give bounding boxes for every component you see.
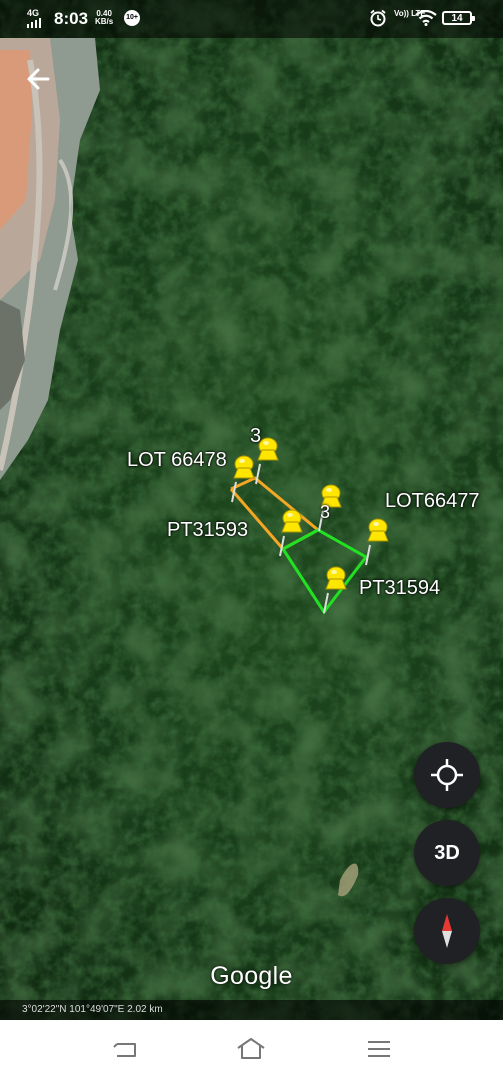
coordinates-text: 3°02'22"N 101°49'07"E 2.02 km bbox=[22, 1004, 163, 1015]
network-type: 4G bbox=[27, 8, 40, 18]
speed-unit: KB/s bbox=[95, 17, 114, 26]
clock: 8:03 bbox=[54, 9, 89, 28]
signal-icon bbox=[27, 18, 41, 28]
compass-button[interactable] bbox=[414, 898, 480, 964]
back-nav-icon[interactable] bbox=[110, 1036, 140, 1062]
alarm-icon bbox=[370, 9, 386, 27]
home-nav-icon[interactable] bbox=[236, 1036, 266, 1062]
label-pt-31593[interactable]: PT31593 bbox=[167, 519, 248, 542]
label-lot-66477[interactable]: LOT66477 bbox=[385, 490, 480, 513]
crosshair-icon bbox=[431, 759, 463, 791]
map-pin-icon[interactable] bbox=[272, 506, 306, 558]
system-nav-bar bbox=[0, 1020, 503, 1080]
my-location-button[interactable] bbox=[414, 742, 480, 808]
notification-badge: 10+ bbox=[124, 10, 140, 26]
3d-toggle-button[interactable]: 3D bbox=[414, 820, 480, 886]
wifi-icon bbox=[415, 10, 437, 26]
compass-icon bbox=[442, 914, 452, 948]
label-lot-66478[interactable]: LOT 66478 bbox=[127, 449, 227, 472]
battery-indicator: 14 bbox=[442, 11, 475, 25]
google-logo: Google bbox=[210, 962, 293, 990]
coordinate-scale-bar: 3°02'22"N 101°49'07"E 2.02 km bbox=[0, 1000, 503, 1020]
label-vertex-3: 3 bbox=[320, 502, 331, 522]
network-speed: 0.40 KB/s bbox=[95, 10, 113, 26]
label-pt-31594[interactable]: PT31594 bbox=[359, 577, 440, 600]
map-pin-icon[interactable] bbox=[316, 563, 350, 615]
menu-nav-icon[interactable] bbox=[364, 1036, 394, 1062]
map-pin-icon[interactable] bbox=[358, 515, 392, 567]
status-bar: 4G 8:03 0.40 KB/s 10+ Vo)) LTE 14 bbox=[0, 0, 503, 38]
map-pin-icon[interactable] bbox=[224, 452, 258, 504]
back-arrow-icon[interactable] bbox=[22, 62, 56, 96]
label-vertex-3: 3 bbox=[250, 425, 262, 447]
